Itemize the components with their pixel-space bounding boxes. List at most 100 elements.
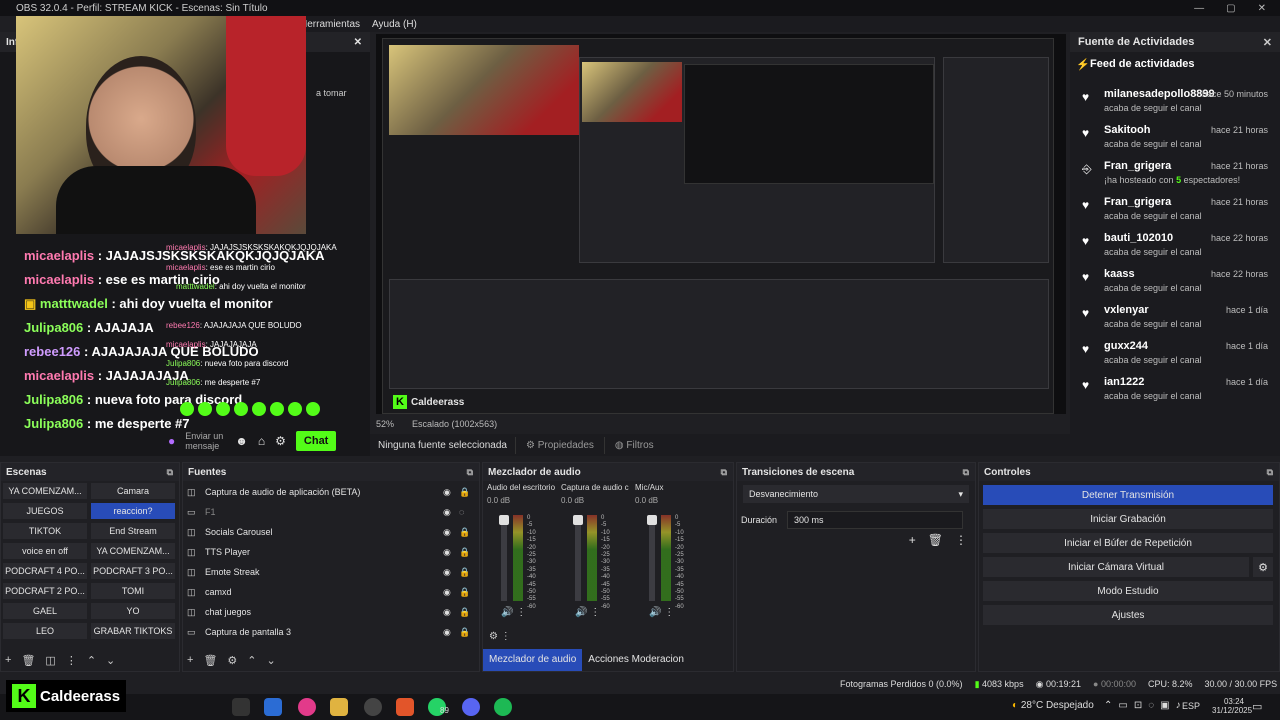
feed-user[interactable]: guxx244 bbox=[1104, 340, 1148, 352]
mute-icon[interactable]: 🔊 ⋮ bbox=[649, 607, 674, 618]
menu-tools[interactable]: Herramientas bbox=[300, 19, 360, 30]
fader-knob[interactable] bbox=[573, 515, 583, 525]
add-icon[interactable]: + bbox=[5, 654, 11, 667]
gear-icon[interactable]: ⚙ bbox=[227, 654, 237, 667]
more-icon[interactable]: ⋮ bbox=[955, 533, 967, 547]
lock-icon[interactable]: 🔒 bbox=[459, 567, 470, 578]
lock-icon[interactable]: 🔒 bbox=[459, 627, 470, 638]
lock-icon[interactable]: 🔒 bbox=[459, 587, 470, 598]
language[interactable]: ESP bbox=[1182, 701, 1200, 711]
maximize-icon[interactable]: ▢ bbox=[1226, 3, 1235, 14]
lock-icon[interactable]: 🔒 bbox=[459, 487, 470, 498]
feed-user[interactable]: Fran_grigera bbox=[1104, 160, 1171, 172]
feed-user[interactable]: vxlenyar bbox=[1104, 304, 1149, 316]
gift-icon[interactable]: ⌂ bbox=[258, 434, 265, 448]
chevron-down-icon[interactable]: ⌄ bbox=[106, 654, 115, 667]
add-icon[interactable]: + bbox=[909, 533, 916, 547]
chat-input[interactable]: Enviar un mensaje bbox=[185, 431, 225, 451]
discord-icon[interactable] bbox=[462, 698, 480, 716]
scene-button[interactable]: YA COMENZAM... bbox=[3, 483, 87, 499]
chevron-up-icon[interactable]: ⌃ bbox=[247, 654, 256, 667]
feed-user[interactable]: milanesadepollo8899 bbox=[1104, 88, 1215, 100]
lock-icon[interactable]: 🔒 bbox=[459, 607, 470, 618]
feed-user[interactable]: ian1222 bbox=[1104, 376, 1144, 388]
source-item[interactable]: ◫ camxd ◉ 🔒 bbox=[187, 583, 470, 601]
fader-knob[interactable] bbox=[647, 515, 657, 525]
mute-icon[interactable]: 🔊 ⋮ bbox=[501, 607, 526, 618]
scene-button[interactable]: PODCRAFT 3 PO... bbox=[91, 563, 175, 579]
minimize-icon[interactable]: — bbox=[1194, 3, 1204, 14]
trash-icon[interactable]: 🗑 bbox=[21, 654, 35, 667]
scene-button[interactable]: Camara bbox=[91, 483, 175, 499]
feed-user[interactable]: bauti_102010 bbox=[1104, 232, 1173, 244]
gear-icon[interactable]: ⚙ bbox=[1253, 557, 1273, 577]
visibility-icon[interactable]: ◉ bbox=[443, 547, 453, 558]
visibility-icon[interactable]: ◉ bbox=[443, 567, 453, 578]
scene-button[interactable]: YA COMENZAM... bbox=[91, 543, 175, 559]
close-icon[interactable]: ✕ bbox=[354, 37, 362, 48]
source-item[interactable]: ◫ chat juegos ◉ 🔒 bbox=[187, 603, 470, 621]
app-icon[interactable] bbox=[298, 698, 316, 716]
spotify-icon[interactable] bbox=[494, 698, 512, 716]
stop-stream-button[interactable]: Detener Transmisión bbox=[983, 485, 1273, 505]
scene-button[interactable]: TOMI bbox=[91, 583, 175, 599]
scene-button[interactable]: PODCRAFT 2 PO... bbox=[3, 583, 87, 599]
visibility-icon[interactable]: ◉ bbox=[443, 527, 453, 538]
scene-button[interactable]: YO bbox=[91, 603, 175, 619]
add-icon[interactable]: + bbox=[187, 654, 193, 667]
filter-icon[interactable]: ◫ bbox=[45, 654, 55, 667]
scene-button[interactable]: TIKTOK bbox=[3, 523, 87, 539]
chat-send-button[interactable]: Chat bbox=[295, 431, 337, 451]
notification-icon[interactable]: ▭ bbox=[1252, 700, 1262, 713]
lock-icon[interactable]: 🔒 bbox=[459, 547, 470, 558]
settings-button[interactable]: Ajustes bbox=[983, 605, 1273, 625]
volume-fader[interactable] bbox=[499, 515, 509, 601]
visibility-icon[interactable]: ◉ bbox=[443, 507, 453, 518]
zoom-level[interactable]: 52% bbox=[376, 419, 394, 429]
visibility-icon[interactable]: ◉ bbox=[443, 607, 453, 618]
properties-button[interactable]: ⚙ Propiedades bbox=[514, 436, 604, 454]
source-item[interactable]: ▭ F1 ◉ ◌ bbox=[187, 503, 469, 521]
more-icon[interactable]: ⋮ bbox=[66, 654, 77, 667]
menu-help[interactable]: Ayuda (H) bbox=[372, 19, 417, 30]
close-icon[interactable]: ✕ bbox=[1258, 3, 1266, 14]
scene-button[interactable]: GRABAR TIKTOKS bbox=[91, 623, 175, 639]
volume-fader[interactable] bbox=[573, 515, 583, 601]
chevron-down-icon[interactable]: ⌄ bbox=[267, 654, 276, 667]
lock-icon[interactable]: 🔒 bbox=[459, 527, 470, 538]
feed-user[interactable]: Fran_grigera bbox=[1104, 196, 1171, 208]
source-item[interactable]: ▭ Captura de pantalla 3 ◉ 🔒 bbox=[187, 623, 470, 641]
visibility-icon[interactable]: ◉ bbox=[443, 487, 453, 498]
transition-select[interactable]: Desvanecimiento ▾ bbox=[743, 485, 969, 503]
scene-button[interactable]: reaccion? bbox=[91, 503, 175, 519]
source-item[interactable]: ◫ Socials Carousel ◉ 🔒 bbox=[187, 523, 470, 541]
emoji-icon[interactable]: ☻ bbox=[235, 434, 248, 448]
fader-knob[interactable] bbox=[499, 515, 509, 525]
mute-icon[interactable]: 🔊 ⋮ bbox=[575, 607, 600, 618]
start-recording-button[interactable]: Iniciar Grabación bbox=[983, 509, 1273, 529]
filters-button[interactable]: ◍ Filtros bbox=[603, 436, 664, 454]
feed-user[interactable]: Sakitooh bbox=[1104, 124, 1150, 136]
mixer-settings-icon[interactable]: ⚙ ⋮ bbox=[489, 631, 511, 642]
folder-icon[interactable] bbox=[330, 698, 348, 716]
scene-button[interactable]: GAEL bbox=[3, 603, 87, 619]
scene-button[interactable]: LEO bbox=[3, 623, 87, 639]
scene-button[interactable]: End Stream bbox=[91, 523, 175, 539]
preview-canvas[interactable]: K Caldeerass bbox=[376, 34, 1066, 414]
tab-mixer[interactable]: Mezclador de audio bbox=[483, 649, 583, 671]
scene-button[interactable]: JUEGOS bbox=[3, 503, 87, 519]
task-view-icon[interactable] bbox=[232, 698, 250, 716]
tray-icons[interactable]: ⌃▭⊡◌▣♪ bbox=[1104, 700, 1187, 711]
scene-button[interactable]: PODCRAFT 4 PO... bbox=[3, 563, 87, 579]
brave-icon[interactable] bbox=[396, 698, 414, 716]
duration-input[interactable]: 300 ms bbox=[787, 511, 964, 529]
source-item[interactable]: ◫ Captura de audio de aplicación (BETA) ◉ 🔒 bbox=[187, 483, 470, 501]
studio-mode-button[interactable]: Modo Estudio bbox=[983, 581, 1273, 601]
chevron-up-icon[interactable]: ⌃ bbox=[87, 654, 96, 667]
source-item[interactable]: ◫ TTS Player ◉ 🔒 bbox=[187, 543, 470, 561]
clock[interactable]: 03:24 31/12/2025 bbox=[1212, 697, 1252, 715]
tab-moderation[interactable]: Acciones Moderacion bbox=[582, 649, 690, 671]
mic-icon[interactable]: ● bbox=[168, 434, 175, 448]
visibility-icon[interactable]: ◉ bbox=[443, 587, 453, 598]
store-icon[interactable] bbox=[264, 698, 282, 716]
